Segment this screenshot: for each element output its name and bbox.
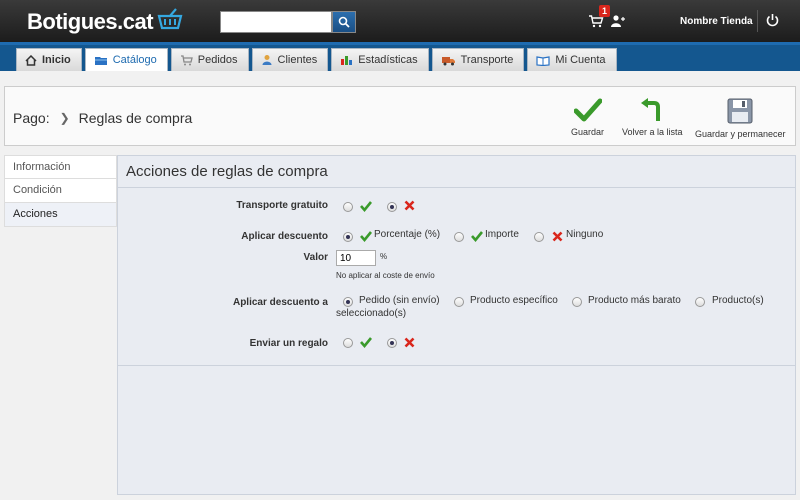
search-input[interactable] bbox=[220, 11, 332, 33]
tab-label: Pedidos bbox=[197, 54, 238, 66]
back-to-list-button[interactable]: Volver a la lista bbox=[622, 98, 683, 137]
section-sidebar: Información Condición Acciones bbox=[4, 155, 117, 227]
stats-icon bbox=[340, 54, 353, 66]
apply-to-order-label: Pedido (sin envío) bbox=[359, 295, 440, 306]
breadcrumb: Pago: ❯ Reglas de compra bbox=[13, 110, 192, 126]
sidebar-item-informacion[interactable]: Información bbox=[4, 155, 117, 179]
apply-to-cheapest-radio[interactable] bbox=[572, 297, 582, 307]
customers-notification-button[interactable] bbox=[610, 14, 626, 31]
discount-amount-radio[interactable] bbox=[454, 232, 464, 242]
tab-label: Inicio bbox=[42, 54, 71, 66]
discount-amount-label: Importe bbox=[485, 229, 519, 240]
chevron-right-icon: ❯ bbox=[59, 111, 70, 125]
tab-transporte[interactable]: Transporte bbox=[431, 48, 525, 71]
tab-label: Catálogo bbox=[112, 54, 157, 66]
check-icon bbox=[471, 231, 483, 242]
breadcrumb-current: Reglas de compra bbox=[78, 110, 193, 126]
account-icon bbox=[536, 55, 551, 66]
basket-icon bbox=[157, 8, 183, 36]
checkmark-icon bbox=[573, 98, 602, 122]
main-nav: Inicio Catálogo Pedidos Clientes Estadís… bbox=[0, 42, 800, 71]
cart-count-badge: 1 bbox=[599, 5, 610, 17]
sidebar-item-condicion[interactable]: Condición bbox=[4, 179, 117, 203]
search-box bbox=[220, 11, 356, 33]
logo[interactable]: Botigues.cat bbox=[27, 8, 183, 36]
tab-label: Estadísticas bbox=[358, 54, 418, 66]
back-label: Volver a la lista bbox=[622, 127, 683, 137]
cross-icon bbox=[404, 337, 415, 348]
tab-inicio[interactable]: Inicio bbox=[16, 48, 82, 71]
tab-label: Mi Cuenta bbox=[555, 54, 606, 66]
tab-estadisticas[interactable]: Estadísticas bbox=[331, 48, 429, 71]
discount-none-label: Ninguno bbox=[566, 229, 604, 240]
save-label: Guardar bbox=[571, 127, 605, 137]
apply-to-selected-wrap: seleccionado(s) bbox=[336, 308, 407, 319]
gift-yes-radio[interactable] bbox=[343, 338, 353, 348]
tab-label: Transporte bbox=[460, 54, 514, 66]
value-label: Valor bbox=[303, 252, 328, 263]
save-and-stay-button[interactable]: Guardar y permanecer bbox=[695, 98, 786, 139]
tab-catalogo[interactable]: Catálogo bbox=[84, 48, 168, 71]
breadcrumb-parent[interactable]: Pago: bbox=[13, 110, 50, 126]
customers-icon bbox=[261, 54, 273, 66]
truck-icon bbox=[441, 55, 456, 66]
tab-clientes[interactable]: Clientes bbox=[251, 48, 329, 71]
user-icon bbox=[611, 15, 625, 27]
logo-text: Botigues.cat bbox=[27, 9, 154, 34]
check-icon bbox=[360, 201, 372, 212]
toolbar-panel: Pago: ❯ Reglas de compra Guardar Volver … bbox=[4, 86, 796, 146]
top-header: Botigues.cat 1 Nombre Tienda bbox=[0, 0, 800, 42]
save-stay-label: Guardar y permanecer bbox=[695, 129, 786, 139]
free-shipping-label: Transporte gratuito bbox=[236, 200, 328, 211]
store-name[interactable]: Nombre Tienda bbox=[680, 16, 753, 27]
value-note: No aplicar al coste de envío bbox=[336, 271, 435, 280]
apply-discount-label: Aplicar descuento bbox=[241, 231, 328, 242]
tab-pedidos[interactable]: Pedidos bbox=[170, 48, 249, 71]
check-icon bbox=[360, 231, 372, 242]
floppy-disk-icon bbox=[727, 98, 753, 124]
cross-icon bbox=[552, 231, 563, 242]
discount-percent-radio[interactable] bbox=[343, 232, 353, 242]
logout-button[interactable] bbox=[765, 13, 780, 31]
catalog-icon bbox=[94, 55, 108, 66]
cart-button[interactable]: 1 bbox=[588, 5, 610, 31]
value-unit: % bbox=[380, 252, 388, 261]
gift-label: Enviar un regalo bbox=[249, 338, 328, 349]
apply-to-selected-radio[interactable] bbox=[695, 297, 705, 307]
apply-to-selected-label: Producto(s) bbox=[712, 295, 764, 306]
tab-label: Clientes bbox=[277, 54, 318, 66]
apply-to-specific-label: Producto específico bbox=[470, 295, 558, 306]
cross-icon bbox=[404, 200, 415, 211]
apply-to-cheapest-label: Producto más barato bbox=[588, 295, 681, 306]
orders-icon bbox=[180, 54, 193, 66]
discount-none-radio[interactable] bbox=[534, 232, 544, 242]
discount-value-input[interactable] bbox=[336, 250, 376, 266]
actions-panel: Acciones de reglas de compra Transporte … bbox=[117, 155, 796, 495]
panel-title: Acciones de reglas de compra bbox=[126, 163, 328, 180]
home-icon bbox=[25, 54, 37, 66]
discount-percent-label: Porcentaje (%) bbox=[374, 229, 441, 240]
gift-no-radio[interactable] bbox=[387, 338, 397, 348]
apply-to-label: Aplicar descuento a bbox=[232, 297, 328, 308]
back-arrow-icon bbox=[641, 98, 661, 121]
divider bbox=[118, 187, 795, 188]
search-button[interactable] bbox=[332, 11, 356, 33]
tab-mi-cuenta[interactable]: Mi Cuenta bbox=[527, 48, 617, 71]
apply-to-order-radio[interactable] bbox=[343, 297, 353, 307]
header-divider bbox=[757, 10, 758, 32]
power-icon bbox=[766, 14, 779, 27]
save-button[interactable]: Guardar bbox=[571, 98, 604, 137]
free-shipping-no-radio[interactable] bbox=[387, 202, 397, 212]
sidebar-item-acciones[interactable]: Acciones bbox=[4, 203, 117, 227]
free-shipping-yes-radio[interactable] bbox=[343, 202, 353, 212]
check-icon bbox=[360, 337, 372, 348]
apply-to-specific-radio[interactable] bbox=[454, 297, 464, 307]
divider bbox=[118, 365, 795, 366]
search-icon bbox=[338, 16, 350, 28]
